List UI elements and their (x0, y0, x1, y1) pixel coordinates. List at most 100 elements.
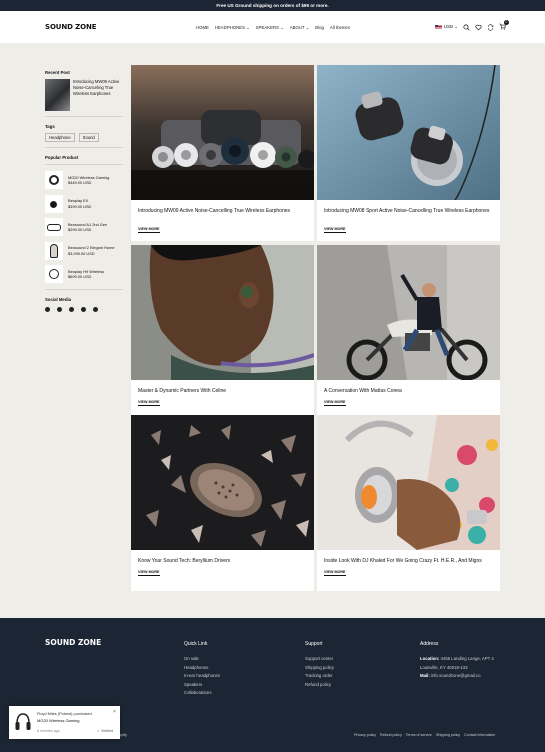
popular-product-item[interactable]: MG20 Wireless Gaming $449.00 USD (45, 170, 123, 190)
purchase-product-thumbnail (13, 710, 33, 734)
tags-heading: Tags (45, 124, 55, 129)
twitter-icon[interactable] (57, 307, 62, 312)
address-city: Louisville, KY 40018-133 (420, 664, 468, 670)
footer-link-speakers[interactable]: Speakers (184, 681, 220, 690)
post-image-sport-earphones[interactable] (317, 65, 500, 200)
post-image-headphones-hand[interactable] (317, 415, 500, 550)
footer-link-headphones[interactable]: Headphones (184, 664, 220, 673)
product-price: $399.00 USD (68, 203, 92, 209)
nav-blog[interactable]: Blog (315, 25, 324, 31)
close-icon[interactable]: × (113, 709, 116, 715)
post-image-man-earbud[interactable] (131, 245, 314, 380)
tag-list: Headphone Sound (45, 133, 123, 142)
post-title[interactable]: Introducing MW09 Active Noise-Cancelling… (138, 208, 308, 216)
cart-count-badge: 0 (503, 20, 509, 25)
post-image-motorcycle[interactable] (317, 245, 500, 380)
recent-post-item[interactable]: Introducing MW09 Active Noise-Canceling … (45, 79, 123, 111)
divider (45, 116, 123, 117)
header-actions: USD ⌄ 0 (435, 20, 509, 31)
search-icon[interactable] (463, 23, 470, 31)
post-title[interactable]: Inside Look With DJ Khaled For We Going … (324, 558, 494, 566)
view-more-link[interactable]: VIEW MORE (138, 400, 160, 406)
footer-link-in-ear[interactable]: In-ear headphones (184, 672, 220, 681)
product-thumbnail (45, 171, 63, 189)
footer-link-collaborations[interactable]: Collaborations (184, 689, 220, 698)
policy-link-privacy[interactable]: Privacy policy (354, 733, 376, 737)
announcement-bar: Free US Ground shipping on orders of $99… (0, 0, 545, 11)
purchase-product-name[interactable]: MG20 Wireless Gaming (37, 718, 79, 723)
instagram-icon[interactable] (69, 307, 74, 312)
policy-link-refund[interactable]: Refund policy (380, 733, 402, 737)
address-column: Address Location: 4455 Landing Lange, AP… (420, 641, 494, 681)
youtube-icon[interactable] (93, 307, 98, 312)
footer-policy-links: Privacy policy Refund policy Terms of se… (354, 733, 495, 737)
post-image-beryllium-driver[interactable] (131, 415, 314, 550)
support-column: Support Support center Shipping policy T… (305, 641, 334, 689)
product-price: $699.00 USD (68, 274, 92, 279)
compare-icon[interactable] (487, 23, 494, 31)
policy-link-contact[interactable]: Contact information (464, 733, 495, 737)
policy-link-terms[interactable]: Terms of service (406, 733, 432, 737)
quick-links-column: Quick Link On sale Headphones In-ear hea… (184, 641, 220, 698)
popular-product-item[interactable]: Beoplay H9 Wireless $699.00 USD (45, 264, 123, 284)
popular-product-item[interactable]: Beosound A1 2nd Gen $299.00 USD (45, 217, 123, 237)
footer-link-tracking-order[interactable]: Tracking order (305, 672, 334, 681)
footer-link-on-sale[interactable]: On sale (184, 655, 220, 664)
purchase-time: 8 minutes ago (37, 729, 60, 733)
nav-about[interactable]: ABOUT ⌄ (290, 25, 310, 31)
post-image-earphones-case[interactable] (131, 65, 314, 200)
support-heading: Support (305, 641, 323, 647)
nav-all-themes[interactable]: All themes (330, 25, 350, 31)
blog-post-card[interactable]: Introducing MW09 Active Noise-Cancelling… (131, 65, 314, 241)
view-more-link[interactable]: VIEW MORE (324, 400, 346, 406)
view-more-link[interactable]: VIEW MORE (138, 227, 160, 233)
footer-link-shipping-policy[interactable]: Shipping policy (305, 664, 334, 673)
footer-link-support-center[interactable]: Support center (305, 655, 334, 664)
nav-headphones[interactable]: HEADPHONES ⌄ (215, 25, 250, 31)
mail-label: Mail: (420, 673, 430, 679)
recent-purchase-popup[interactable]: Floyd Miles (Poland) purchased MG20 Wire… (9, 706, 120, 739)
main-nav: HOME HEADPHONES ⌄ SPEAKERS ⌄ ABOUT ⌄ Blo… (196, 25, 350, 31)
product-name: Beoplay EX (68, 198, 89, 203)
recent-post-title: Introducing MW09 Active Noise-Canceling … (73, 79, 120, 96)
blog-post-card[interactable]: Introducing MW08 Sport Active Noise-Canc… (317, 65, 500, 241)
product-thumbnail (45, 194, 63, 213)
blog-post-card[interactable]: Master & Dynamic Partners With Celine VI… (131, 245, 314, 421)
blog-post-card[interactable]: A Conversation With Matías Conea VIEW MO… (317, 245, 500, 421)
post-title[interactable]: Introducing MW08 Sport Active Noise-Canc… (324, 208, 494, 216)
post-title[interactable]: Master & Dynamic Partners With Celine (138, 388, 308, 396)
divider (45, 164, 123, 165)
cart-button[interactable]: 0 (499, 20, 509, 31)
footer-link-refund-policy[interactable]: Refund policy (305, 681, 334, 690)
policy-link-shipping[interactable]: Shipping policy (436, 733, 460, 737)
address-location: Location: 4455 Landing Lange, APT 4 (420, 655, 494, 664)
tag-sound[interactable]: Sound (78, 133, 99, 142)
mail-value[interactable]: info.soundzone@gmail.co (431, 673, 481, 678)
social-media-heading: Social Media (45, 297, 72, 302)
recent-post-thumbnail (45, 79, 70, 111)
verified-badge: ✓ Verified (97, 729, 113, 733)
view-more-link[interactable]: VIEW MORE (138, 570, 160, 576)
blog-post-card[interactable]: Know Your Sound Tech: Beryllium Drivers … (131, 415, 314, 591)
blog-post-card[interactable]: Inside Look With DJ Khaled For We Going … (317, 415, 500, 591)
nav-speakers[interactable]: SPEAKERS ⌄ (256, 25, 284, 31)
product-price: $449.00 USD (68, 180, 92, 185)
tag-headphone[interactable]: Headphone (45, 133, 75, 142)
view-more-link[interactable]: VIEW MORE (324, 227, 346, 233)
product-thumbnail (45, 265, 63, 283)
view-more-link[interactable]: VIEW MORE (324, 570, 346, 576)
product-price: $3,999.00 USD (68, 250, 95, 256)
currency-selector[interactable]: USD ⌄ (435, 24, 458, 30)
product-thumbnail (45, 241, 63, 260)
facebook-icon[interactable] (45, 307, 50, 312)
heart-icon[interactable] (475, 24, 482, 31)
post-title[interactable]: Know Your Sound Tech: Beryllium Drivers (138, 558, 308, 566)
post-title[interactable]: A Conversation With Matías Conea (324, 388, 494, 396)
pinterest-icon[interactable] (81, 307, 86, 312)
popular-product-item[interactable]: Beoplay EX $399.00 USD (45, 194, 123, 214)
product-thumbnail (45, 218, 63, 236)
site-logo[interactable]: SOUND ZONE (45, 23, 97, 31)
popular-product-item[interactable]: Beosound 2 Elegant Home $3,999.00 USD (45, 241, 123, 261)
nav-home[interactable]: HOME (196, 25, 209, 31)
footer-logo[interactable]: SOUND ZONE (45, 638, 101, 647)
